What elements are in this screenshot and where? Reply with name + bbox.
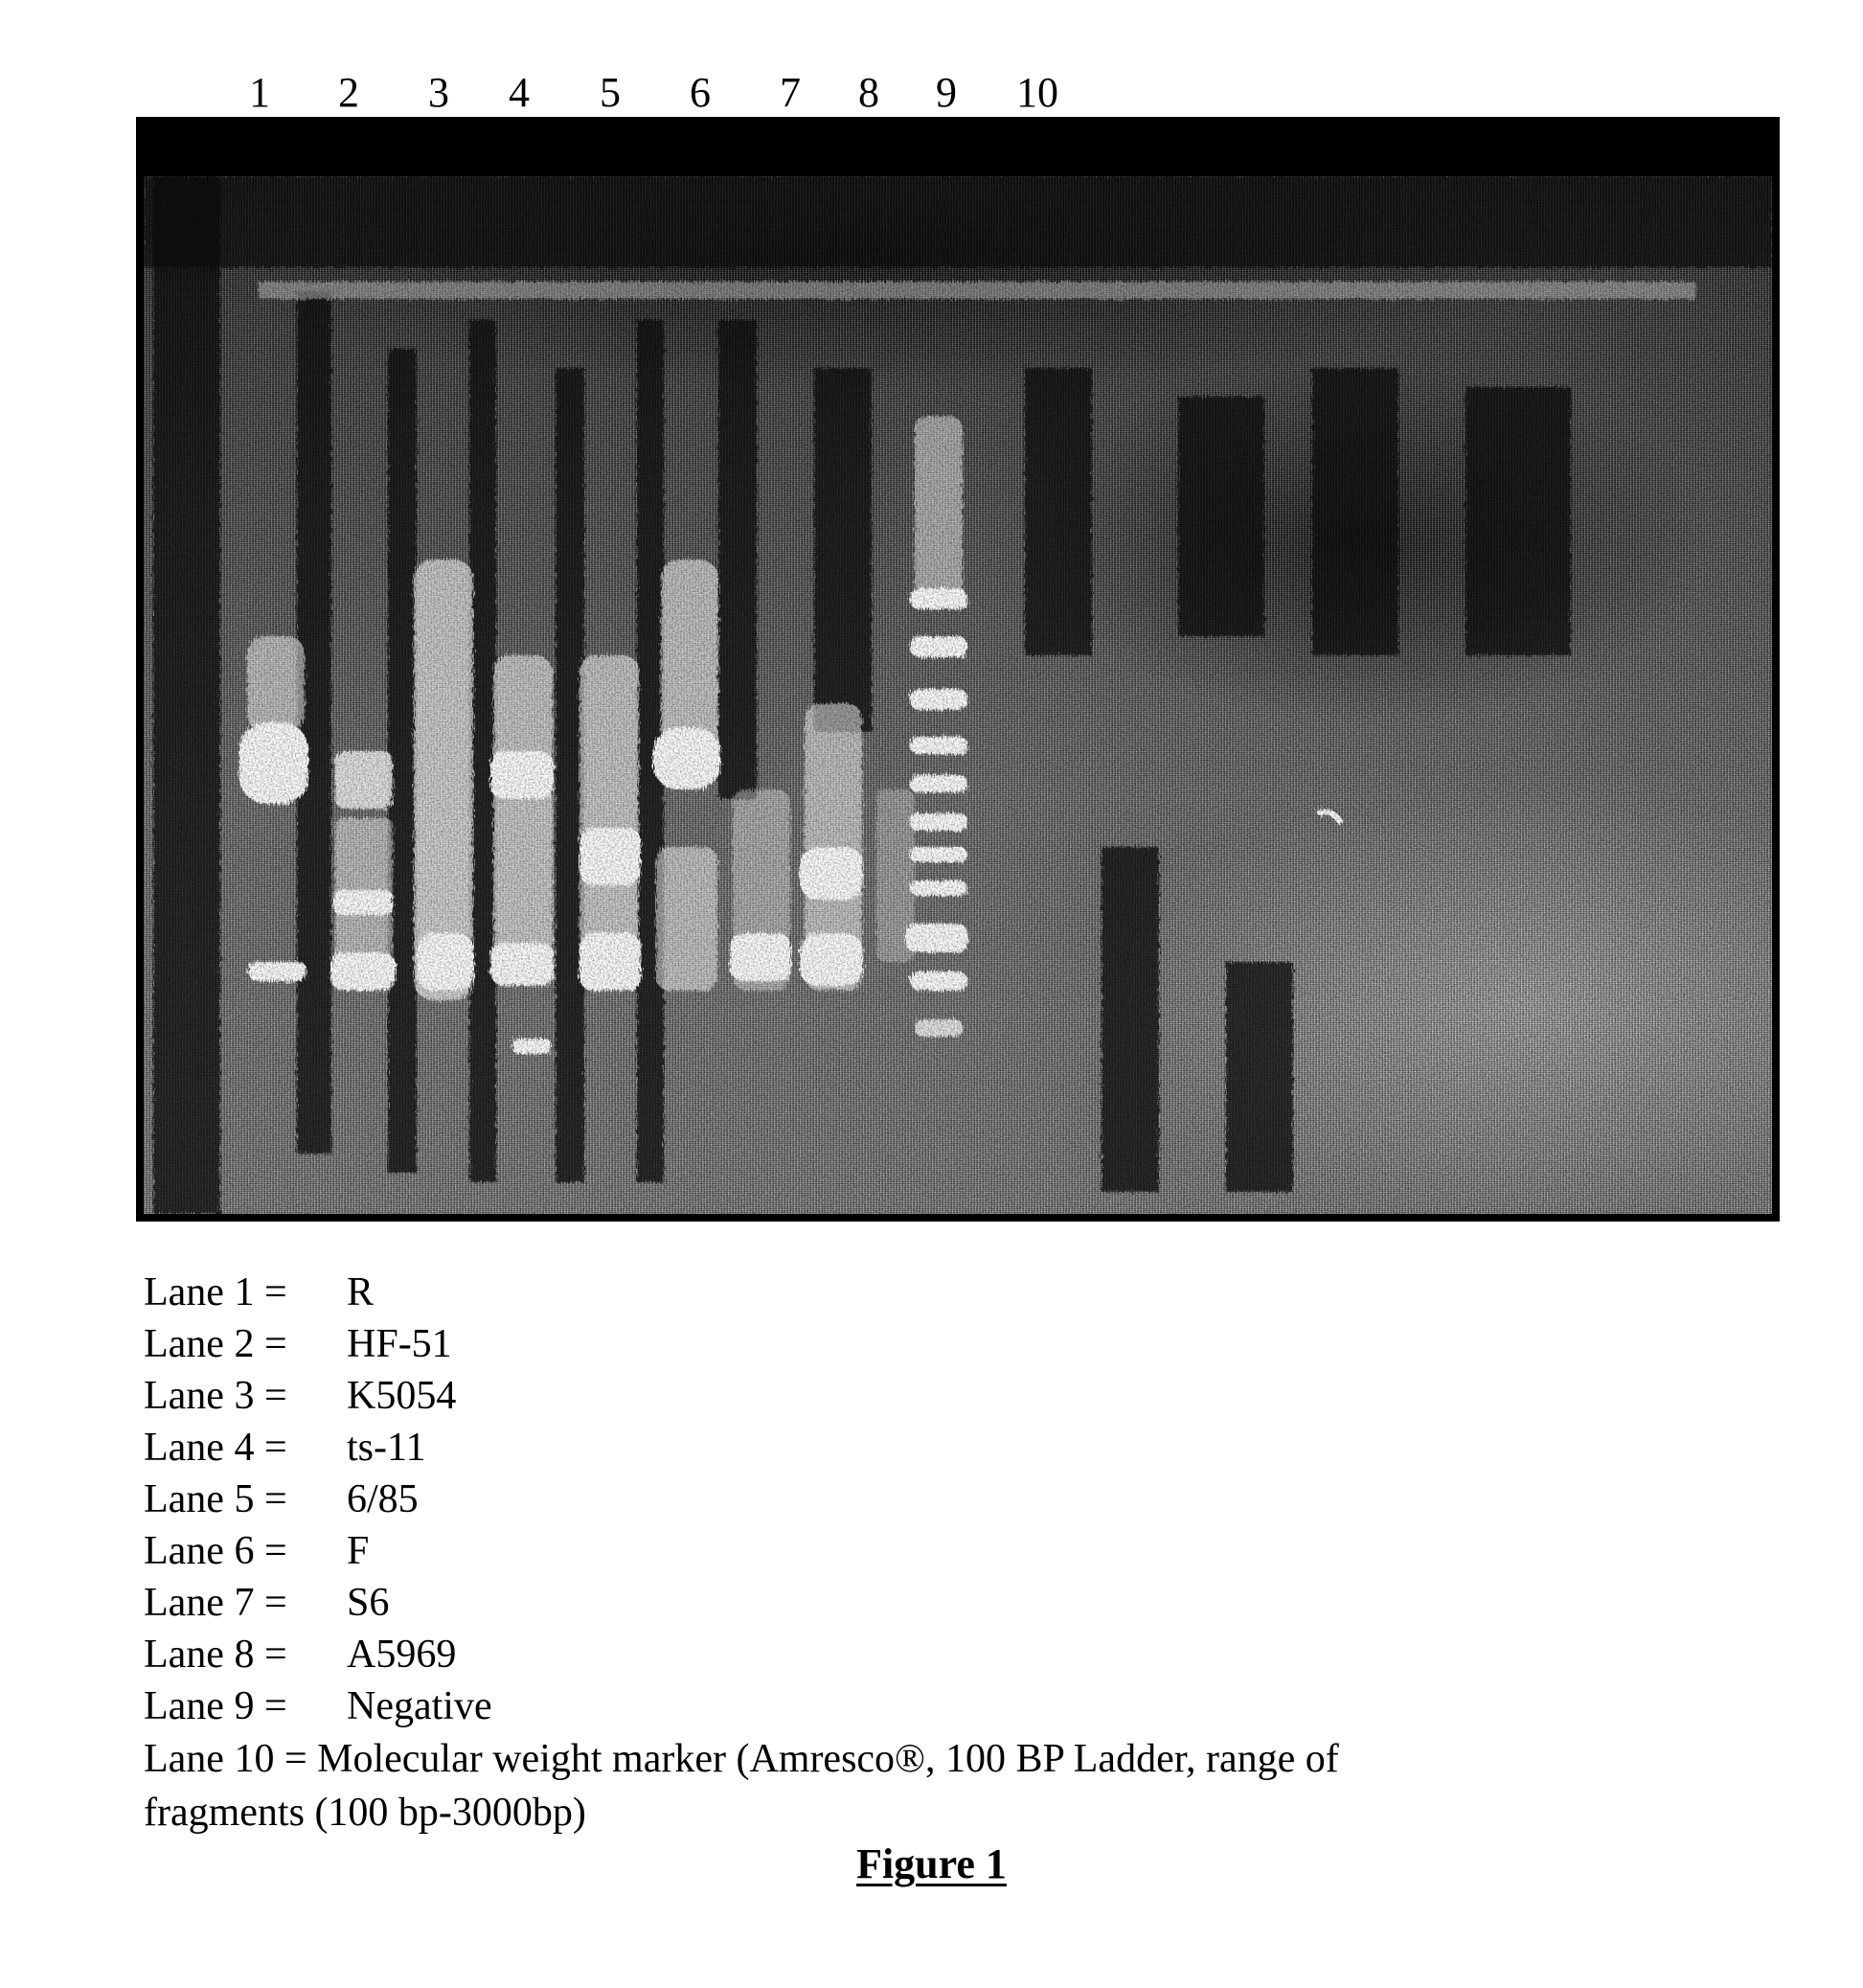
lane-number: 10	[1016, 69, 1058, 116]
legend-value: ts-11	[347, 1426, 426, 1470]
legend-lane10-line2: fragments (100 bp-3000bp)	[144, 1791, 586, 1835]
legend-item: Lane 4 = ts-11	[144, 1422, 1676, 1474]
lane-number: 8	[858, 69, 879, 116]
legend-key: Lane 4 =	[144, 1426, 287, 1470]
legend-value: F	[347, 1529, 370, 1573]
legend-item: Lane 5 = 6/85	[144, 1474, 1676, 1525]
legend-key: Lane 5 =	[144, 1477, 287, 1521]
gel-body	[144, 176, 1772, 1214]
gel-well-header	[136, 117, 1780, 176]
gel-bands	[144, 176, 1772, 1214]
lane-number: 6	[690, 69, 711, 116]
legend-value: HF-51	[347, 1322, 452, 1366]
legend-item-lane-10: Lane 10 = Molecular weight marker (Amres…	[144, 1732, 1523, 1839]
legend-item: Lane 6 = F	[144, 1525, 1676, 1577]
gel-grain	[144, 176, 1772, 1214]
lane-number: 2	[338, 69, 359, 116]
legend-value: Negative	[347, 1684, 492, 1728]
legend-key: Lane 3 =	[144, 1374, 287, 1418]
legend-item: Lane 8 = A5969	[144, 1629, 1676, 1680]
legend-item: Lane 1 = R	[144, 1267, 1676, 1318]
legend-key: Lane 6 =	[144, 1529, 287, 1573]
lane-number: 3	[428, 69, 449, 116]
legend-value: 6/85	[347, 1477, 419, 1521]
lane-number: 1	[249, 69, 270, 116]
legend-item: Lane 2 = HF-51	[144, 1318, 1676, 1370]
legend-key: Lane 9 =	[144, 1684, 287, 1728]
legend-key: Lane 2 =	[144, 1322, 287, 1366]
legend-lane10-line1: Lane 10 = Molecular weight marker (Amres…	[144, 1737, 1339, 1781]
lane-number: 7	[780, 69, 801, 116]
legend-item: Lane 3 = K5054	[144, 1370, 1676, 1422]
lane-number: 5	[600, 69, 621, 116]
legend-item: Lane 9 = Negative	[144, 1680, 1676, 1732]
lane-number-row: 1 2 3 4 5 6 7 8 9 10	[0, 69, 1863, 117]
lane-legend: Lane 1 = R Lane 2 = HF-51 Lane 3 = K5054…	[144, 1267, 1676, 1839]
legend-key: Lane 8 =	[144, 1633, 287, 1677]
gel-image	[136, 117, 1780, 1222]
legend-value: K5054	[347, 1374, 457, 1418]
legend-value: A5969	[347, 1633, 457, 1677]
legend-value: R	[347, 1270, 375, 1314]
figure-title: Figure 1	[856, 1840, 1007, 1887]
legend-item: Lane 7 = S6	[144, 1577, 1676, 1629]
legend-key: Lane 1 =	[144, 1270, 287, 1314]
lane-number: 9	[936, 69, 957, 116]
lane-number: 4	[509, 69, 530, 116]
legend-value: S6	[347, 1581, 390, 1625]
legend-key: Lane 7 =	[144, 1581, 287, 1625]
